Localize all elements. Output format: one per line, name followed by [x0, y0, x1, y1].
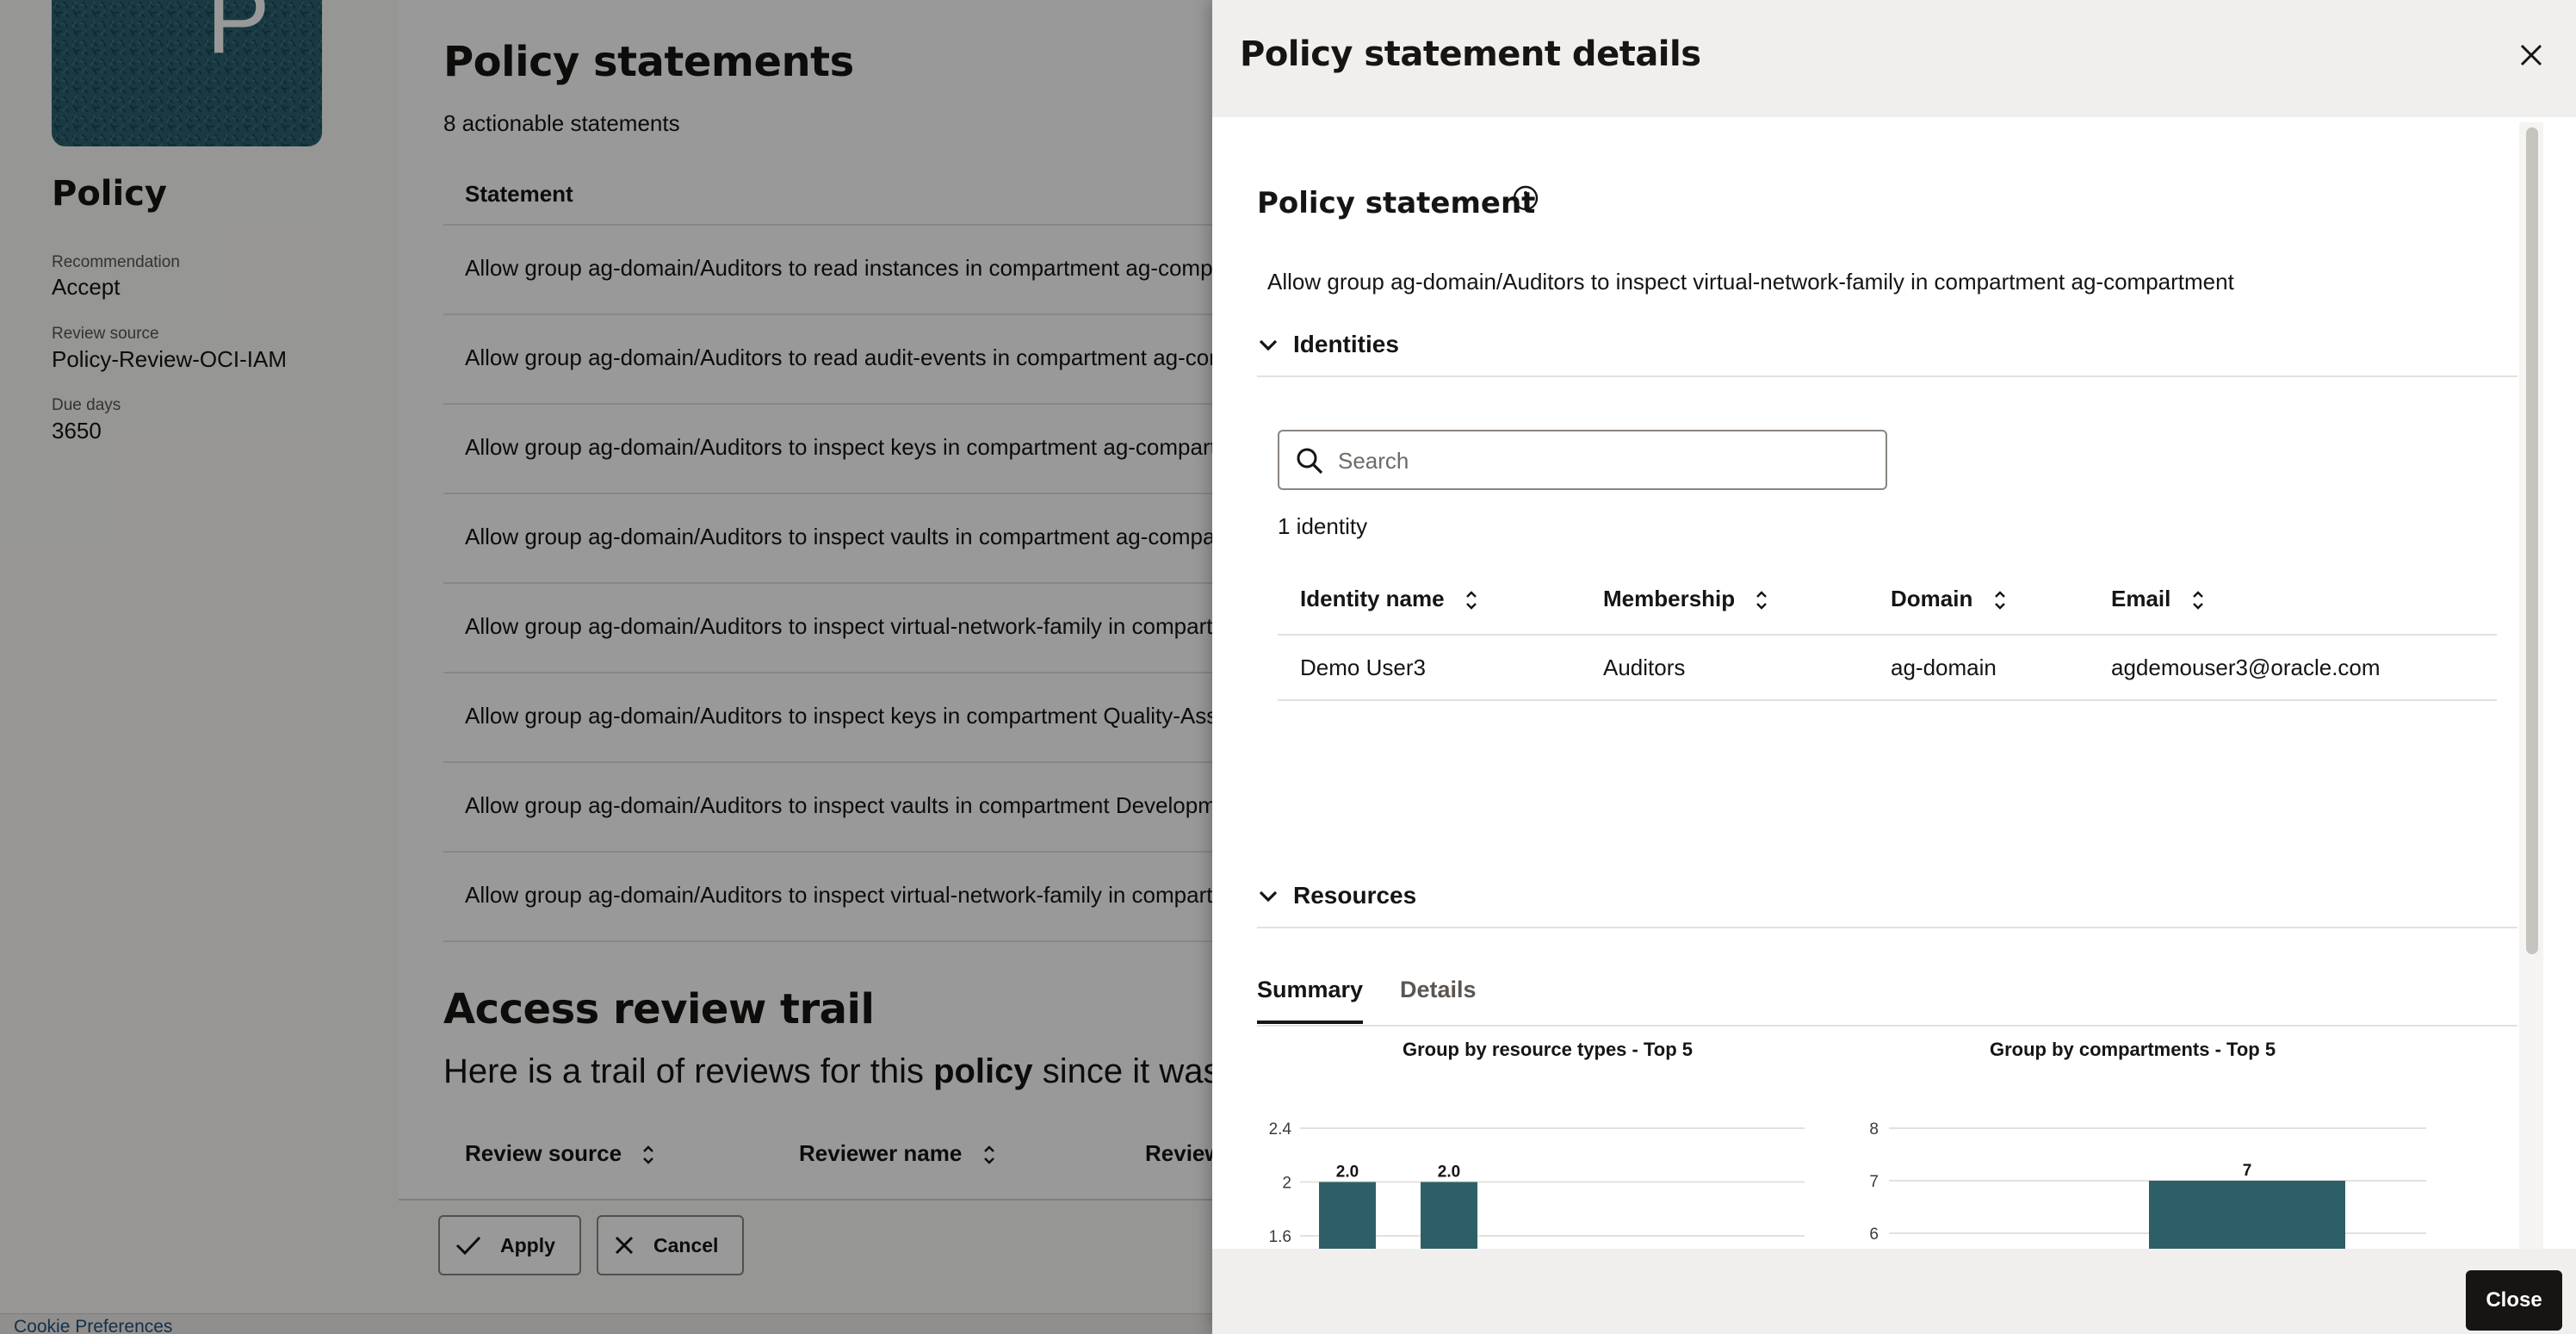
resource-types-bar-chart: 1.6 2 2.4 2.0 2.0	[1269, 1120, 1805, 1250]
bar-data-label: 2.0	[1438, 1163, 1460, 1182]
resources-label: Resources	[1293, 882, 1417, 909]
sort-icon	[2192, 591, 2203, 610]
drawer-footer: Close	[1212, 1249, 2576, 1334]
y-tick-label: 8	[1869, 1120, 1879, 1139]
bar[interactable]	[1421, 1182, 1477, 1250]
search-icon	[1297, 448, 1323, 475]
email-cell: agdemouser3@oracle.com	[2111, 655, 2381, 680]
membership-cell: Auditors	[1603, 655, 1686, 680]
identities-label: Identities	[1293, 331, 1399, 357]
identity-search-input[interactable]	[1338, 444, 1872, 478]
tab-summary[interactable]: Summary	[1257, 977, 1364, 1024]
membership-column-header[interactable]: Membership	[1603, 586, 1770, 612]
policy-statement-details-drawer: Policy statement details Policy statemen…	[1212, 0, 2576, 1334]
info-icon[interactable]	[1512, 184, 1539, 212]
bar-data-label: 2.0	[1336, 1163, 1359, 1182]
y-tick-label: 1.6	[1269, 1228, 1291, 1246]
resource-types-chart-title: Group by resource types - Top 5	[1403, 1039, 1693, 1060]
compartments-bar-chart: 6 7 8 7	[1869, 1120, 2426, 1249]
identity-name-column-label: Identity name	[1300, 586, 1445, 611]
y-tick-label: 2.4	[1269, 1120, 1292, 1139]
domain-cell: ag-domain	[1891, 655, 1997, 680]
identity-count: 1 identity	[1278, 513, 1368, 539]
table-row[interactable]: Demo User3 Auditors ag-domain agdemouser…	[1278, 636, 2497, 701]
y-tick-label: 7	[1869, 1173, 1879, 1191]
email-column-label: Email	[2111, 586, 2171, 611]
drawer-close-icon[interactable]	[2512, 36, 2550, 74]
y-tick-label: 6	[1869, 1225, 1879, 1244]
chevron-down-icon	[1259, 339, 1278, 351]
identities-table: Identity name Membership Domain Email De…	[1278, 563, 2497, 701]
drawer-scrollbar-thumb[interactable]	[2526, 127, 2538, 954]
bar[interactable]	[1319, 1182, 1376, 1250]
email-column-header[interactable]: Email	[2111, 586, 2207, 612]
sort-icon	[1465, 591, 1477, 610]
resources-tabs: Summary Details	[1257, 966, 2517, 1027]
chevron-down-icon	[1259, 890, 1278, 903]
sort-icon	[1994, 591, 2005, 610]
identities-accordion-header[interactable]: Identities	[1257, 322, 2517, 377]
resources-accordion-header[interactable]: Resources	[1257, 873, 2517, 928]
domain-column-label: Domain	[1891, 586, 1973, 611]
drawer-header: Policy statement details	[1212, 0, 2576, 117]
domain-column-header[interactable]: Domain	[1891, 586, 2009, 612]
drawer-title: Policy statement details	[1240, 34, 1701, 74]
close-button[interactable]: Close	[2466, 1270, 2562, 1331]
membership-column-label: Membership	[1603, 586, 1736, 611]
close-icon	[2520, 44, 2542, 66]
compartments-chart-title: Group by compartments - Top 5	[1990, 1039, 2276, 1060]
bar-data-label: 7	[2243, 1162, 2252, 1180]
y-tick-label: 2	[1282, 1175, 1291, 1193]
identity-name-column-header[interactable]: Identity name	[1300, 586, 1480, 612]
identity-search-field[interactable]	[1278, 430, 1887, 490]
policy-statement-text: Allow group ag-domain/Auditors to inspec…	[1267, 269, 2234, 295]
sort-icon	[1756, 591, 1768, 610]
bar[interactable]	[2149, 1181, 2345, 1249]
tab-details[interactable]: Details	[1400, 977, 1477, 1021]
identities-table-header: Identity name Membership Domain Email	[1278, 563, 2497, 636]
policy-statement-heading: Policy statement	[1257, 186, 1536, 220]
identity-name-cell: Demo User3	[1300, 655, 1426, 680]
